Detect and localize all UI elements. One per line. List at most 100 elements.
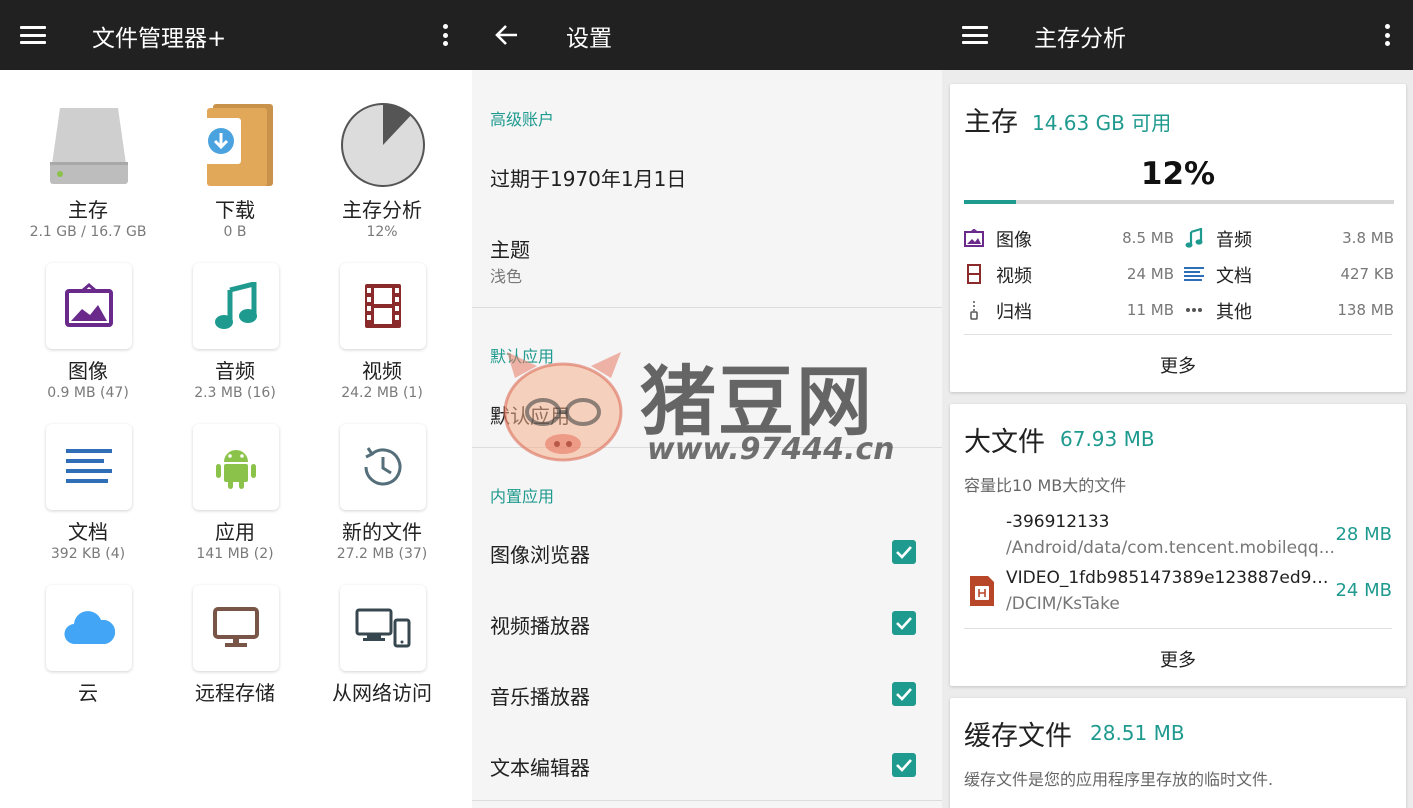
file-path: /Android/data/com.tencent.mobileqq... — [1006, 538, 1335, 558]
file-size: 28 MB — [1335, 524, 1392, 545]
overflow-menu-button[interactable] — [1364, 12, 1410, 58]
section-header-default-apps: 默认应用 — [490, 347, 555, 366]
file-manager-home-panel: 文件管理器+ 主存 2.1 GB / 16.7 GB 下载 0 B 主存分析 1… — [0, 0, 472, 808]
tile-label: 主存 — [68, 198, 108, 222]
tile-sub: 392 KB (4) — [50, 546, 126, 562]
large-file-row[interactable]: -396912133 /Android/data/com.tencent.mob… — [950, 510, 1406, 562]
tile-sub: 2.3 MB (16) — [194, 385, 276, 401]
category-documents[interactable]: 文档 427 KB — [1184, 261, 1394, 287]
hamburger-icon — [962, 26, 988, 44]
settings-title: 设置 — [566, 26, 612, 52]
category-video[interactable]: 视频 24 MB — [964, 261, 1174, 287]
category-name: 音频 — [1216, 230, 1252, 251]
large-file-row[interactable]: VIDEO_1fdb985147389e123887ed95... /DCIM/… — [950, 566, 1406, 618]
archive-icon — [964, 300, 984, 320]
tile-recent-files[interactable]: 新的文件 27.2 MB (37) — [307, 424, 457, 584]
expiry-item[interactable]: 过期于1970年1月1日 — [490, 163, 686, 192]
large-files-more-button[interactable]: 更多 — [950, 646, 1406, 672]
storage-progress-fill — [964, 200, 1016, 204]
more-vert-icon — [442, 24, 448, 46]
category-other[interactable]: 其他 138 MB — [1184, 297, 1394, 323]
image-icon — [46, 263, 132, 349]
tile-label: 新的文件 — [342, 520, 422, 544]
storage-more-button[interactable]: 更多 — [950, 352, 1406, 378]
checkmark-icon — [896, 688, 912, 701]
arrow-back-icon — [495, 25, 517, 45]
tile-audio[interactable]: 音频 2.3 MB (16) — [160, 263, 310, 423]
settings-panel: 设置 高级账户 过期于1970年1月1日 主题 浅色 默认应用 默认应用 内置应… — [472, 0, 942, 808]
category-images[interactable]: 图像 8.5 MB — [964, 225, 1174, 251]
storage-card-title: 主存 — [964, 107, 1018, 138]
tile-label: 文档 — [68, 520, 108, 544]
category-size: 427 KB — [1340, 265, 1394, 283]
tile-sub: 24.2 MB (1) — [341, 385, 423, 401]
menu-button[interactable] — [10, 12, 56, 58]
back-button[interactable] — [484, 12, 530, 58]
category-size: 3.8 MB — [1342, 229, 1394, 247]
category-name: 图像 — [996, 230, 1032, 251]
tile-images[interactable]: 图像 0.9 MB (47) — [13, 263, 163, 423]
tile-label: 音频 — [215, 359, 255, 383]
large-files-note: 容量比10 MB大的文件 — [964, 476, 1127, 495]
image-icon — [964, 228, 984, 248]
tile-main-storage[interactable]: 主存 2.1 GB / 16.7 GB — [13, 102, 163, 262]
large-files-card: 大文件 67.93 MB 容量比10 MB大的文件 -396912133 /An… — [950, 404, 1406, 686]
divider — [964, 334, 1392, 335]
tile-label: 应用 — [215, 520, 255, 544]
large-files-title: 大文件 — [964, 427, 1045, 458]
video-player-checkbox[interactable] — [892, 611, 916, 635]
divider — [472, 800, 942, 801]
tile-apps[interactable]: 应用 141 MB (2) — [160, 424, 310, 584]
video-player-item[interactable]: 视频播放器 — [490, 610, 590, 639]
theme-item[interactable]: 主题 — [490, 234, 530, 263]
image-viewer-checkbox[interactable] — [892, 540, 916, 564]
tile-sub: 0 B — [223, 224, 247, 240]
section-header-premium: 高级账户 — [490, 110, 555, 129]
cloud-icon — [46, 585, 132, 671]
section-header-builtin-apps: 内置应用 — [490, 487, 555, 506]
music-player-item[interactable]: 音乐播放器 — [490, 681, 590, 710]
music-player-checkbox[interactable] — [892, 682, 916, 706]
file-name: -396912133 — [1006, 512, 1110, 532]
document-icon — [1184, 264, 1204, 284]
storage-card: 主存 14.63 GB 可用 12% 图像 8.5 MB 音频 3.8 MB 视… — [950, 84, 1406, 392]
menu-button[interactable] — [952, 12, 998, 58]
checkmark-icon — [896, 617, 912, 630]
category-name: 文档 — [1216, 266, 1252, 287]
tile-label: 下载 — [215, 198, 255, 222]
divider — [472, 447, 942, 448]
divider — [472, 307, 942, 308]
category-size: 11 MB — [1126, 301, 1174, 319]
settings-toolbar: 设置 — [472, 0, 942, 70]
storage-progress-track — [964, 200, 1394, 204]
tile-network-access[interactable]: 从网络访问 — [307, 585, 457, 745]
more-vert-icon — [1384, 24, 1390, 46]
image-viewer-item[interactable]: 图像浏览器 — [490, 539, 590, 568]
tile-label: 视频 — [362, 359, 402, 383]
home-toolbar: 文件管理器+ — [0, 0, 472, 70]
tile-remote-storage[interactable]: 远程存储 — [160, 585, 310, 745]
tile-sub: 27.2 MB (37) — [336, 546, 428, 562]
music-note-icon — [1184, 228, 1204, 248]
text-editor-checkbox[interactable] — [892, 753, 916, 777]
video-file-icon — [968, 574, 996, 612]
cache-note: 缓存文件是您的应用程序里存放的临时文件. — [964, 770, 1274, 789]
text-editor-item[interactable]: 文本编辑器 — [490, 752, 590, 781]
cache-card: 缓存文件 28.51 MB 缓存文件是您的应用程序里存放的临时文件. — [950, 698, 1406, 808]
android-icon — [193, 424, 279, 510]
tile-cloud[interactable]: 云 — [13, 585, 163, 745]
category-size: 138 MB — [1337, 301, 1394, 319]
tile-downloads[interactable]: 下载 0 B — [160, 102, 310, 262]
tile-video[interactable]: 视频 24.2 MB (1) — [307, 263, 457, 423]
default-apps-item[interactable]: 默认应用 — [490, 400, 570, 429]
tile-storage-analysis[interactable]: 主存分析 12% — [307, 102, 457, 262]
category-archives[interactable]: 归档 11 MB — [964, 297, 1174, 323]
tile-documents[interactable]: 文档 392 KB (4) — [13, 424, 163, 584]
hamburger-icon — [20, 26, 46, 44]
category-name: 视频 — [996, 266, 1032, 287]
file-size: 24 MB — [1335, 580, 1392, 601]
overflow-menu-button[interactable] — [422, 12, 468, 58]
tile-sub: 0.9 MB (47) — [47, 385, 129, 401]
category-audio[interactable]: 音频 3.8 MB — [1184, 225, 1394, 251]
tile-label: 主存分析 — [342, 198, 422, 222]
